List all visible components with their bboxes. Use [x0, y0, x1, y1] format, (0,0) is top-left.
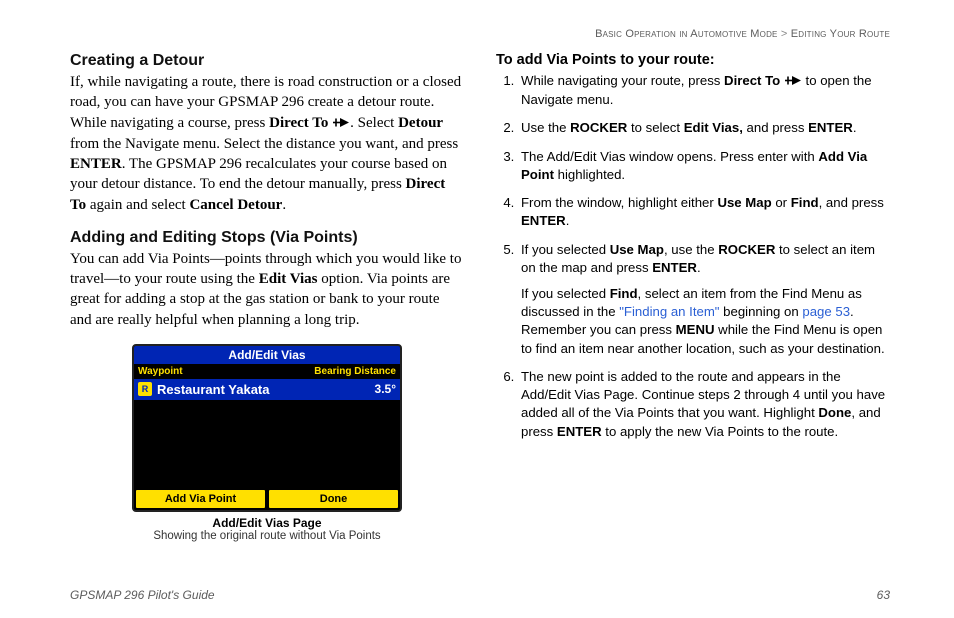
link-page-53[interactable]: page 53 — [802, 304, 850, 319]
breadcrumb-sub: Editing Your Route — [791, 28, 890, 40]
footer-guide: GPSMAP 296 Pilot's Guide — [70, 588, 215, 602]
manual-page: Basic Operation in Automotive Mode > Edi… — [0, 0, 954, 618]
breadcrumb-section: Basic Operation in Automotive Mode — [595, 28, 778, 40]
btn-add-via-point: Add Via Point — [136, 490, 265, 508]
step-5-extra: If you selected Find, select an item fro… — [521, 285, 890, 358]
col-waypoint: Waypoint — [138, 366, 288, 377]
para-detour: If, while navigating a route, there is r… — [70, 72, 464, 215]
step-6: The new point is added to the route and … — [518, 368, 890, 441]
screen-row: R Restaurant Yakata 3.5° — [134, 378, 400, 401]
screen-body — [134, 401, 400, 488]
screen-header: Waypoint Bearing Distance — [134, 365, 400, 378]
screen-title: Add/Edit Vias — [134, 346, 400, 365]
step-4: From the window, highlight either Use Ma… — [518, 194, 890, 230]
heading-detour: Creating a Detour — [70, 52, 464, 70]
restaurant-icon: R — [138, 382, 152, 396]
col-bearing-distance: Bearing Distance — [288, 366, 396, 377]
row-distance: 3.5° — [375, 382, 396, 396]
link-finding-item[interactable]: "Finding an Item" — [619, 304, 719, 319]
footer-page: 63 — [877, 588, 890, 602]
step-5: If you selected Use Map, use the ROCKER … — [518, 241, 890, 358]
direct-to-icon — [784, 73, 802, 91]
figure-add-edit-vias: Add/Edit Vias Waypoint Bearing Distance … — [132, 344, 402, 542]
content-columns: Creating a Detour If, while navigating a… — [70, 48, 890, 542]
left-column: Creating a Detour If, while navigating a… — [70, 48, 464, 542]
breadcrumb-sep: > — [781, 28, 788, 40]
figure-caption-title: Add/Edit Vias Page — [132, 516, 402, 530]
step-2: Use the ROCKER to select Edit Vias, and … — [518, 119, 890, 137]
btn-done: Done — [269, 490, 398, 508]
breadcrumb: Basic Operation in Automotive Mode > Edi… — [70, 28, 890, 40]
heading-steps: To add Via Points to your route: — [496, 52, 890, 68]
para-viapoints: You can add Via Points—points through wh… — [70, 249, 464, 330]
heading-viapoints: Adding and Editing Stops (Via Points) — [70, 229, 464, 247]
figure-caption-sub: Showing the original route without Via P… — [132, 530, 402, 542]
direct-to-icon — [332, 114, 350, 134]
device-screen: Add/Edit Vias Waypoint Bearing Distance … — [132, 344, 402, 512]
steps-list: While navigating your route, press Direc… — [496, 72, 890, 441]
right-column: To add Via Points to your route: While n… — [496, 48, 890, 542]
page-footer: GPSMAP 296 Pilot's Guide 63 — [70, 588, 890, 602]
screen-buttons: Add Via Point Done — [134, 488, 400, 510]
step-3: The Add/Edit Vias window opens. Press en… — [518, 148, 890, 184]
row-name: Restaurant Yakata — [157, 382, 375, 397]
step-1: While navigating your route, press Direc… — [518, 72, 890, 109]
